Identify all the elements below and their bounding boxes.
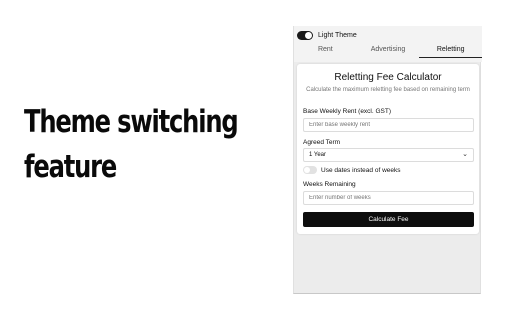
- panel-header: Light Theme Rent Advertising Reletting: [294, 26, 483, 62]
- promo-headline-line-2: feature: [24, 149, 117, 185]
- tab-rent[interactable]: Rent: [294, 44, 357, 58]
- calculator-tabs: Rent Advertising Reletting: [294, 44, 483, 58]
- weeks-remaining-label: Weeks Remaining: [303, 181, 356, 188]
- use-dates-row[interactable]: Use dates instead of weeks: [303, 166, 401, 174]
- chevron-down-icon: ⌄: [462, 151, 468, 158]
- tab-reletting[interactable]: Reletting: [419, 44, 483, 58]
- agreed-term-select[interactable]: 1 Year ⌄: [303, 148, 474, 162]
- theme-toggle[interactable]: [297, 30, 313, 40]
- tab-advertising[interactable]: Advertising: [357, 44, 420, 58]
- promo-headline: Theme switching feature: [24, 100, 239, 190]
- agreed-term-label: Agreed Term: [303, 139, 341, 146]
- reletting-calculator-card: Reletting Fee Calculator Calculate the m…: [297, 64, 479, 234]
- card-subtitle: Calculate the maximum reletting fee base…: [306, 87, 470, 93]
- weeks-remaining-input[interactable]: [303, 191, 474, 205]
- use-dates-toggle[interactable]: [303, 166, 317, 174]
- agreed-term-value: 1 Year: [309, 152, 327, 158]
- calculate-fee-button[interactable]: Calculate Fee: [303, 212, 474, 227]
- card-title: Reletting Fee Calculator: [334, 72, 442, 83]
- use-dates-label: Use dates instead of weeks: [321, 166, 401, 174]
- extension-panel: Light Theme Rent Advertising Reletting R…: [293, 26, 483, 294]
- theme-switch-row[interactable]: Light Theme: [297, 29, 357, 41]
- weekly-rent-label: Base Weekly Rent (excl. GST): [303, 108, 392, 115]
- weekly-rent-input[interactable]: [303, 118, 474, 132]
- theme-toggle-label: Light Theme: [318, 31, 357, 39]
- promo-headline-line-1: Theme switching: [24, 104, 239, 140]
